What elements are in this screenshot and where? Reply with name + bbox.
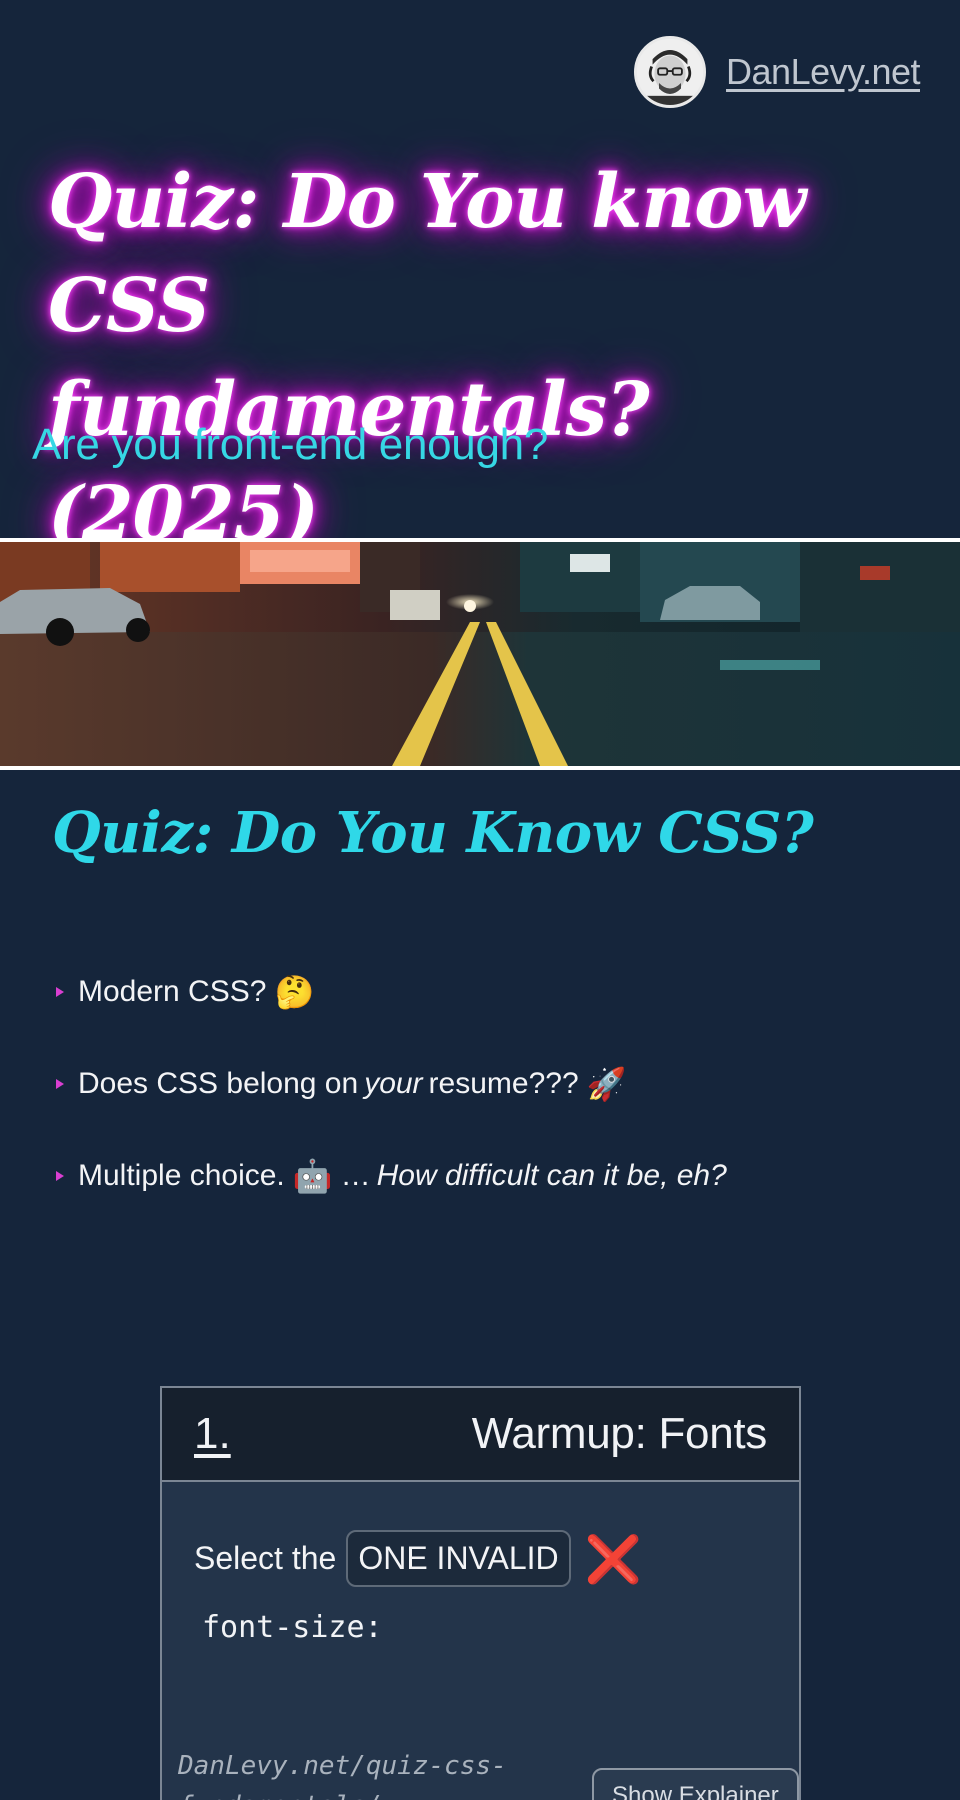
bullet-triangle-icon <box>56 1079 64 1089</box>
site-header: DanLevy.net <box>634 36 920 108</box>
bullet-text: Modern CSS? <box>78 975 267 1008</box>
list-item: Does CSS belong on your resume??? 🚀 <box>56 1062 733 1106</box>
question-prompt: Select the ONE INVALID ❌ <box>194 1530 642 1587</box>
page: DanLevy.net Quiz: Do You know CSS fundam… <box>0 0 960 1800</box>
city-street-night-photo <box>0 542 960 766</box>
question-keyword-badge: ONE INVALID <box>346 1530 571 1587</box>
page-subtitle: Are you front-end enough? <box>32 420 548 469</box>
bullet-emphasis: your <box>364 1067 423 1100</box>
bullet-triangle-icon <box>56 1171 64 1181</box>
site-home-link[interactable]: DanLevy.net <box>726 51 920 93</box>
intro-bullet-list: Modern CSS? 🤔 Does CSS belong on your re… <box>56 970 733 1246</box>
bullet-emphasis: How difficult can it be, eh? <box>376 1159 727 1192</box>
bullet-triangle-icon <box>56 987 64 997</box>
question-prefix: Select the <box>194 1540 337 1576</box>
quiz-url-line-2: fundamentals/ <box>178 1791 382 1800</box>
bullet-text-end: resume??? <box>428 1067 579 1100</box>
bullet-ellipsis: … <box>340 1159 371 1192</box>
question-title: Warmup: Fonts <box>471 1409 768 1458</box>
bullet-text: Does CSS belong on <box>78 1067 359 1100</box>
rocket-icon: 🚀 <box>586 1065 627 1103</box>
quiz-url: DanLevy.net/quiz-css- fundamentals/ <box>178 1746 507 1800</box>
show-explainer-button[interactable]: Show Explainer <box>592 1768 799 1800</box>
bullet-text: Multiple choice. <box>78 1159 285 1192</box>
quiz-url-line-1: DanLevy.net/quiz-css- <box>178 1751 507 1781</box>
thinking-face-icon: 🤔 <box>274 973 315 1011</box>
page-title: Quiz: Do You know CSS fundamentals? (202… <box>48 150 928 566</box>
question-number-link[interactable]: 1. <box>194 1409 231 1459</box>
list-item: Modern CSS? 🤔 <box>56 970 733 1014</box>
title-line-1: Quiz: Do You know CSS <box>48 159 806 349</box>
cross-mark-icon: ❌ <box>584 1532 642 1585</box>
quiz-question-card: 1. Warmup: Fonts Select the ONE INVALID … <box>160 1386 801 1800</box>
code-snippet: font-size: <box>202 1610 383 1645</box>
avatar-photo-icon <box>637 39 704 105</box>
banner-image <box>0 538 960 770</box>
avatar[interactable] <box>634 36 707 108</box>
card-header: 1. Warmup: Fonts <box>162 1388 799 1482</box>
robot-icon: 🤖 <box>292 1157 333 1195</box>
list-item: Multiple choice. 🤖 … How difficult can i… <box>56 1154 733 1198</box>
section-heading: Quiz: Do You Know CSS? <box>52 800 814 866</box>
